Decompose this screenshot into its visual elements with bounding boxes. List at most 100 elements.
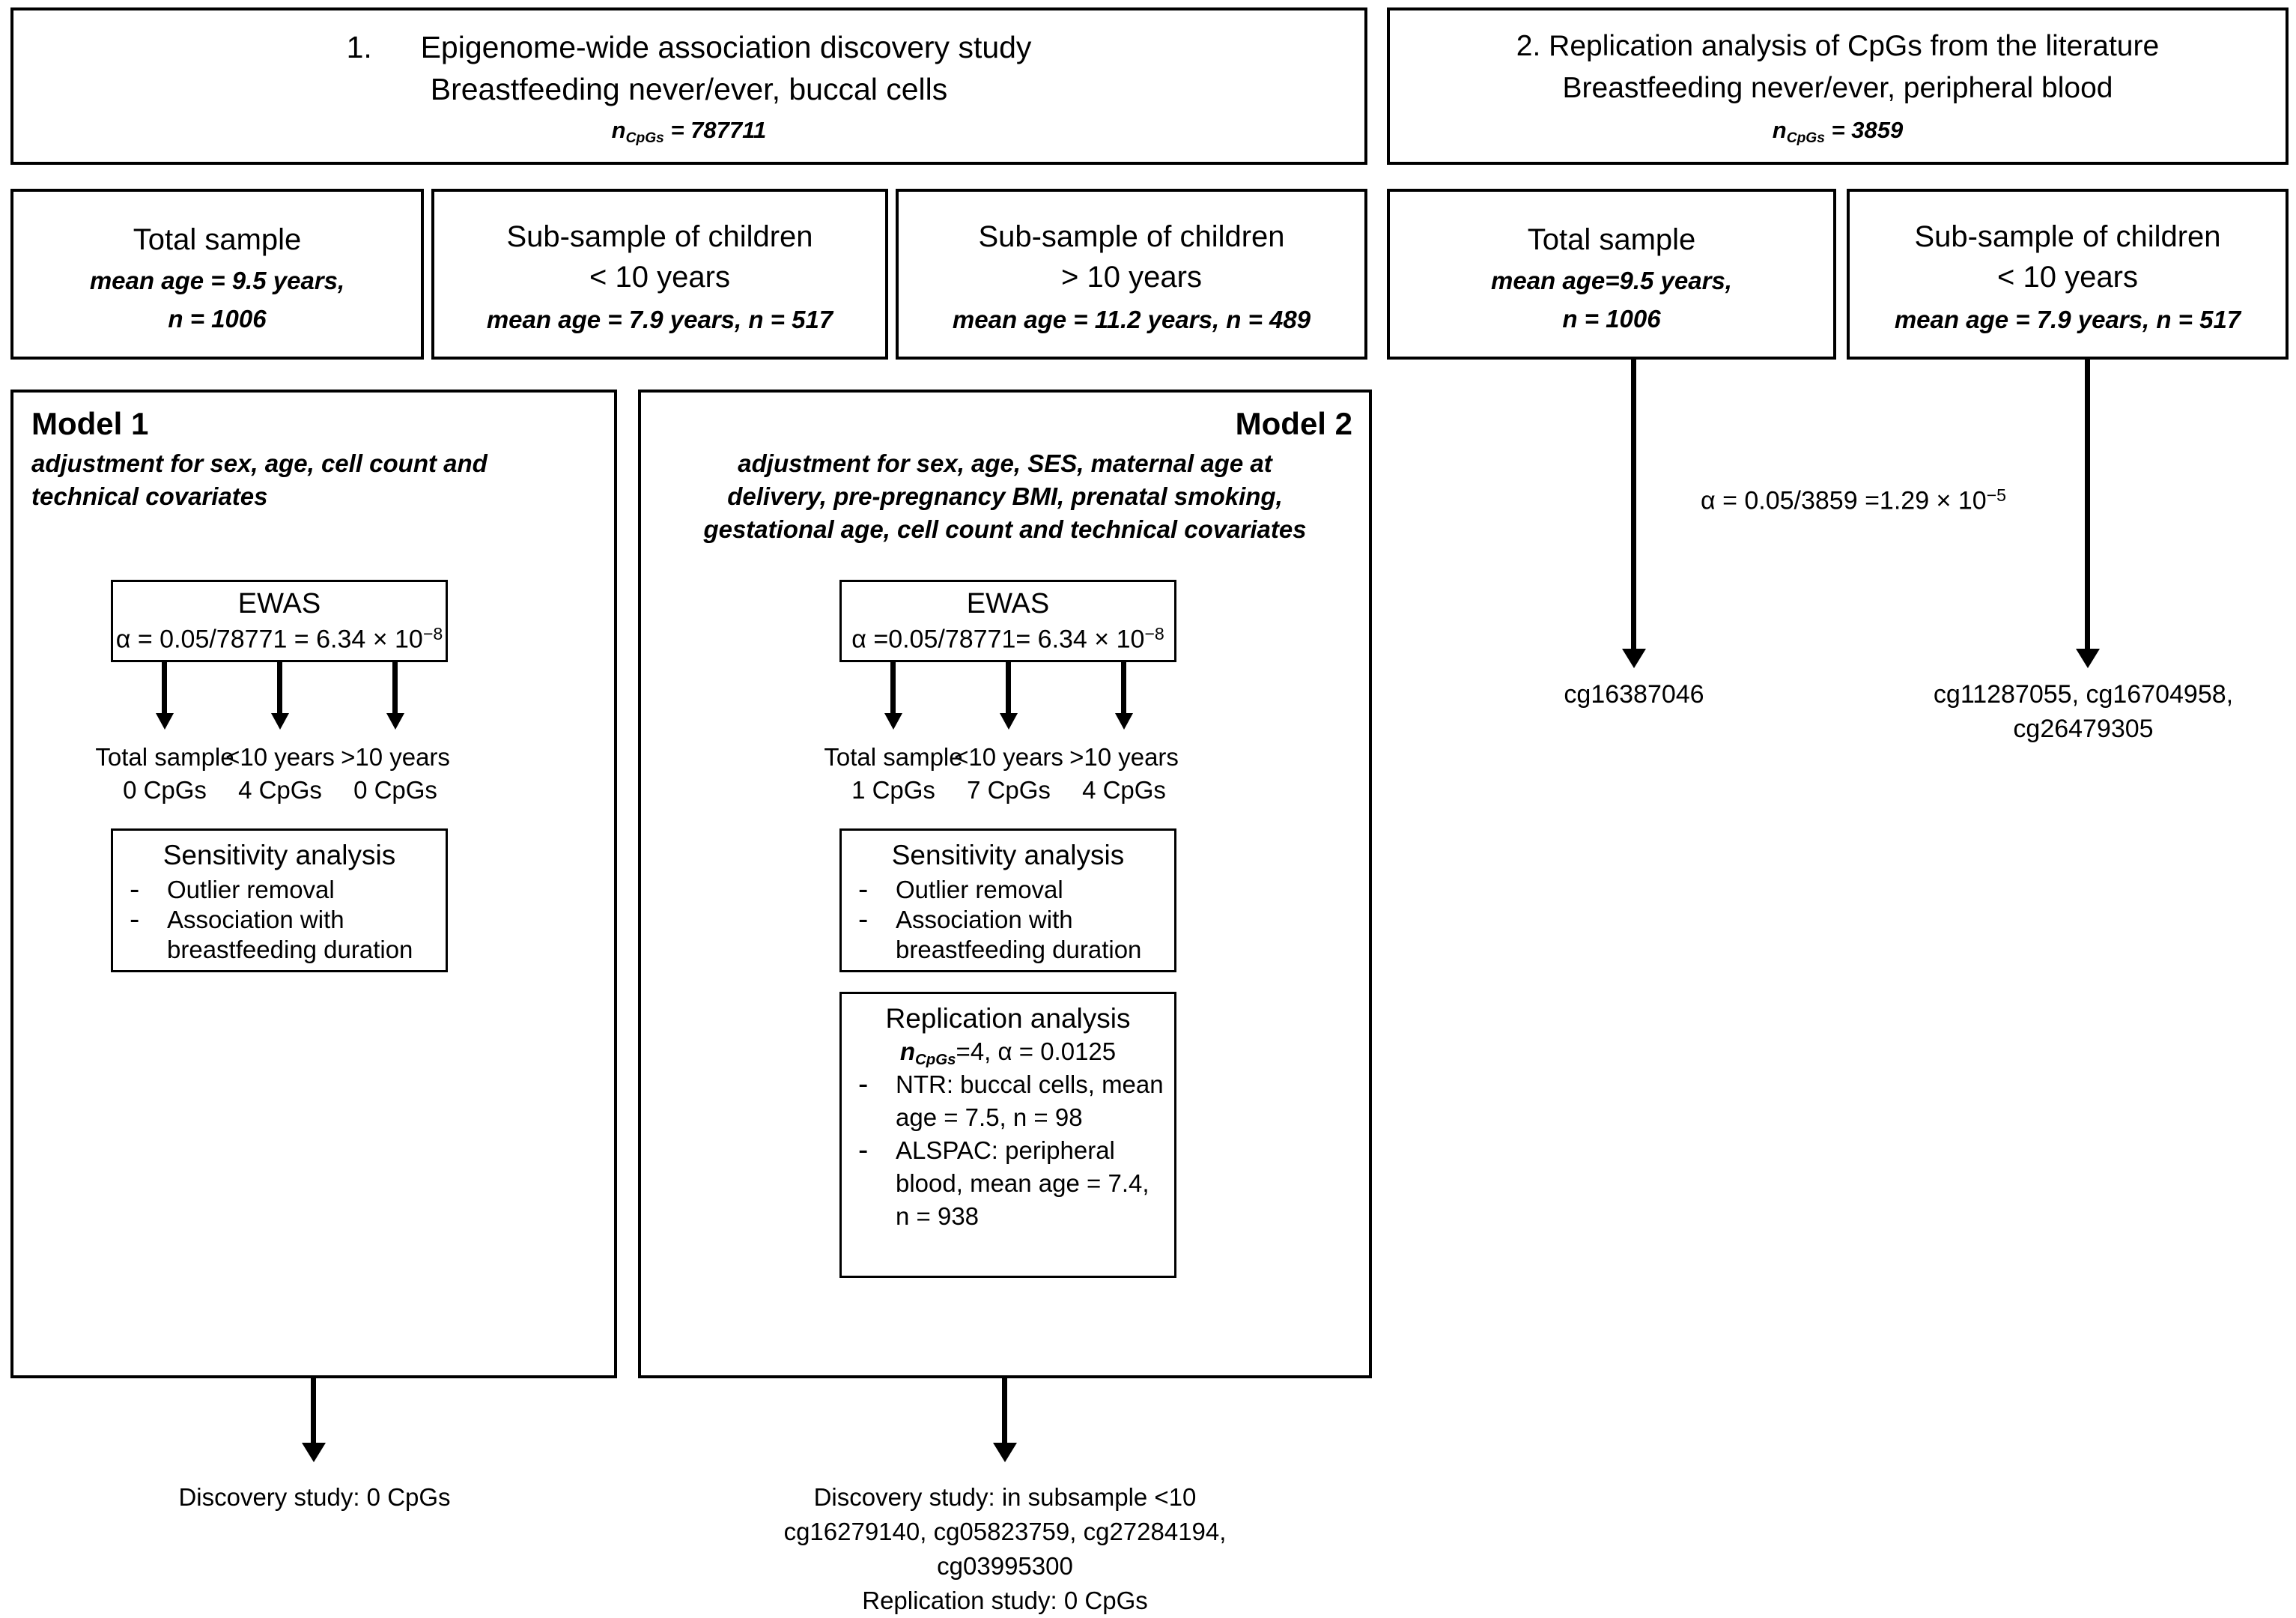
- model2-sensitivity-item-2: Association with: [896, 906, 1073, 933]
- model2-alpha-prefix: α =0.05/78771= 6.34 × 10: [851, 625, 1145, 654]
- part1-sample-box-total: Total sample mean age = 9.5 years, n = 1…: [10, 189, 424, 360]
- part1-sample-box-over10: Sub-sample of children > 10 years mean a…: [896, 189, 1367, 360]
- model2-replication-bullet-1: -: [858, 1067, 869, 1100]
- model1-sensitivity-box: Sensitivity analysis - Outlier removal -…: [111, 828, 448, 972]
- model1-title: Model 1: [31, 406, 149, 441]
- model1-arrow-head-under10: [271, 713, 289, 730]
- model2-arrow-head-over10: [1115, 713, 1133, 730]
- part2-under10-title-line1: Sub-sample of children: [1914, 220, 2221, 253]
- part2-total-arrow-line: [1631, 360, 1636, 652]
- model1-sensitivity-item-3: breastfeeding duration: [167, 936, 413, 963]
- part2-header-ncpgs: nCpGs = 3859: [1390, 117, 2286, 147]
- part2-sample-box-under10: Sub-sample of children < 10 years mean a…: [1847, 189, 2289, 360]
- model2-box: Model 2 adjustment for sex, age, SES, ma…: [638, 390, 1372, 1378]
- part1-ncpgs-sub: CpGs: [625, 130, 664, 146]
- part2-total-sample-meanage: mean age=9.5 years,: [1491, 267, 1732, 294]
- part1-header-line1: Epigenome-wide association discovery stu…: [420, 30, 1032, 64]
- part2-ncpgs-label: n: [1772, 117, 1787, 143]
- model2-sensitivity-box: Sensitivity analysis - Outlier removal -…: [839, 828, 1176, 972]
- part1-ncpgs-label: n: [611, 117, 626, 143]
- model1-result-over10-value: 0 CpGs: [353, 776, 437, 804]
- part2-header-line2: Breastfeeding never/ever, peripheral blo…: [1562, 72, 2113, 104]
- model1-arrow-head-over10: [386, 713, 404, 730]
- model1-ewas-alpha: α = 0.05/78771 = 6.34 × 10−8: [113, 624, 446, 654]
- model2-arrow-line-under10: [1006, 662, 1011, 716]
- model2-replication-title: Replication analysis: [885, 1003, 1131, 1034]
- model1-sensitivity-bullet-1: -: [130, 873, 140, 906]
- model2-arrow-line-total: [890, 662, 896, 716]
- model2-replication-n-sub: CpGs: [915, 1051, 956, 1069]
- part1-header-box: 1. Epigenome-wide association discovery …: [10, 7, 1367, 165]
- model1-alpha-exponent: −8: [422, 624, 443, 643]
- model1-alpha-prefix: α = 0.05/78771 = 6.34 × 10: [115, 625, 423, 654]
- part2-under10-arrow-line: [2085, 360, 2090, 652]
- part2-alpha-prefix: α = 0.05/3859 =1.29 × 10: [1700, 486, 1987, 515]
- model1-outcome-text: Discovery study: 0 CpGs: [178, 1483, 451, 1511]
- model1-box: Model 1 adjustment for sex, age, cell co…: [10, 390, 617, 1378]
- part1-header-ncpgs: nCpGs = 787711: [13, 117, 1364, 147]
- model2-adjustment-line2: delivery, pre-pregnancy BMI, prenatal sm…: [727, 482, 1283, 510]
- part2-sample-box-total: Total sample mean age=9.5 years, n = 100…: [1387, 189, 1836, 360]
- part2-total-arrow-head: [1622, 649, 1646, 668]
- model2-replication-box: Replication analysis nCpGs=4, α = 0.0125…: [839, 992, 1176, 1278]
- model2-result-over10-value: 4 CpGs: [1082, 776, 1166, 804]
- model1-sensitivity-item-1: Outlier removal: [167, 876, 335, 903]
- model2-ewas-box: EWAS α =0.05/78771= 6.34 × 10−8: [839, 580, 1176, 662]
- part1-total-sample-n: n = 1006: [168, 305, 267, 333]
- part1-over10-title-line2: > 10 years: [1061, 261, 1202, 294]
- part1-header-line2: Breastfeeding never/ever, buccal cells: [430, 72, 948, 106]
- model1-ewas-box: EWAS α = 0.05/78771 = 6.34 × 10−8: [111, 580, 448, 662]
- part2-under10-meanage-n: mean age = 7.9 years, n = 517: [1894, 306, 2241, 333]
- model2-sensitivity-item-3: breastfeeding duration: [896, 936, 1142, 963]
- part2-result-under10-line2: cg26479305: [2013, 715, 2154, 743]
- model2-alpha-exponent: −8: [1144, 624, 1164, 643]
- model2-replication-bullet-2: -: [858, 1133, 869, 1166]
- part1-under10-title-line1: Sub-sample of children: [506, 220, 813, 253]
- model1-arrow-line-total: [162, 662, 167, 716]
- part1-over10-meanage-n: mean age = 11.2 years, n = 489: [952, 306, 1311, 333]
- model2-outcome-arrow-head: [993, 1443, 1017, 1462]
- model2-replication-item-1: NTR: buccal cells, mean: [896, 1070, 1164, 1098]
- part1-ncpgs-value: = 787711: [663, 117, 767, 143]
- part2-alpha-text: α = 0.05/3859 =1.29 × 10−5: [1636, 485, 2071, 515]
- part1-sample-box-under10: Sub-sample of children < 10 years mean a…: [431, 189, 888, 360]
- part2-total-sample-n: n = 1006: [1562, 305, 1661, 333]
- model2-outcome-line2: cg16279140, cg05823759, cg27284194,: [783, 1518, 1227, 1545]
- part1-under10-meanage-n: mean age = 7.9 years, n = 517: [486, 306, 833, 333]
- part2-ncpgs-value: = 3859: [1824, 117, 1904, 143]
- part1-header-number-and-title: 1. Epigenome-wide association discovery …: [13, 30, 1364, 65]
- part2-under10-title-line2: < 10 years: [1997, 261, 2138, 294]
- model2-replication-item-3: ALSPAC: peripheral: [896, 1136, 1115, 1164]
- model1-sensitivity-title: Sensitivity analysis: [163, 840, 396, 870]
- model1-arrow-line-over10: [392, 662, 398, 716]
- part2-header-box: 2. Replication analysis of CpGs from the…: [1387, 7, 2289, 165]
- part1-over10-title-line1: Sub-sample of children: [978, 220, 1285, 253]
- model1-ewas-title: EWAS: [237, 588, 321, 619]
- model2-sensitivity-item-1: Outlier removal: [896, 876, 1063, 903]
- model1-result-over10-label: >10 years: [341, 743, 450, 771]
- model2-result-over10-label: >10 years: [1069, 743, 1179, 771]
- part1-header-number: 1.: [346, 30, 372, 64]
- model2-replication-n-label: n: [899, 1037, 916, 1065]
- model2-adjustment-line1: adjustment for sex, age, SES, maternal a…: [738, 449, 1272, 477]
- model2-replication-item-5: n = 938: [896, 1202, 980, 1230]
- model2-arrow-head-total: [884, 713, 902, 730]
- model2-title: Model 2: [1235, 406, 1352, 441]
- part2-under10-arrow-head: [2076, 649, 2100, 668]
- model1-outcome-arrow-line: [311, 1378, 316, 1446]
- model1-adjustment-line2: technical covariates: [31, 482, 268, 510]
- model1-arrow-head-total: [156, 713, 174, 730]
- model2-sensitivity-title: Sensitivity analysis: [891, 840, 1125, 870]
- part2-total-sample-title: Total sample: [1527, 223, 1696, 256]
- model2-ewas-title: EWAS: [966, 588, 1050, 619]
- model2-replication-item-2: age = 7.5, n = 98: [896, 1103, 1083, 1131]
- model2-ewas-alpha: α =0.05/78771= 6.34 × 10−8: [842, 624, 1174, 654]
- model2-arrow-head-under10: [1000, 713, 1018, 730]
- part2-result-under10-line1: cg11287055, cg16704958,: [1933, 680, 2234, 709]
- model2-outcome-line4: Replication study: 0 CpGs: [862, 1587, 1148, 1614]
- part1-total-sample-meanage: mean age = 9.5 years,: [89, 267, 345, 294]
- part2-ncpgs-sub: CpGs: [1786, 130, 1825, 146]
- part1-total-sample-title: Total sample: [133, 223, 302, 256]
- model2-sensitivity-bullet-2: -: [858, 903, 869, 936]
- model2-replication-n-value: =4, α = 0.0125: [956, 1037, 1117, 1065]
